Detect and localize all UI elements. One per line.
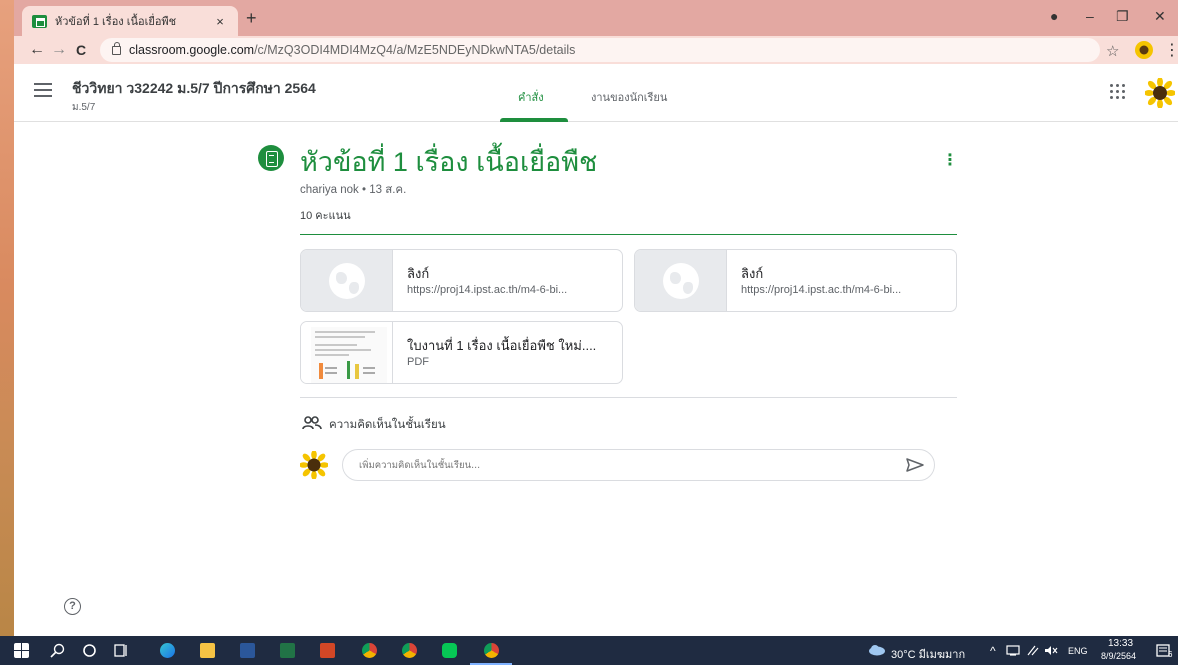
attachment-title: ใบงานที่ 1 เรื่อง เนื้อเยื่อพืช ใหม่.... — [407, 338, 597, 353]
google-apps-icon[interactable] — [1110, 84, 1126, 100]
weather-cloud-icon[interactable] — [868, 644, 886, 656]
tray-expand-icon[interactable]: ^ — [990, 644, 996, 658]
attachment-card-link-2[interactable]: ลิงก์ https://proj14.ipst.ac.th/m4-6-bi.… — [634, 249, 957, 312]
pen-icon[interactable] — [1026, 645, 1040, 656]
pdf-page-preview — [311, 327, 387, 383]
class-comments-label: ความคิดเห็นในชั้นเรียน — [329, 419, 446, 431]
attachment-thumbnail — [635, 250, 727, 311]
windows-start-icon[interactable] — [14, 643, 29, 658]
address-bar[interactable]: classroom.google.com/c/MzQ3ODI4MDI4MzQ4/… — [100, 38, 1100, 62]
tab-close-icon[interactable]: × — [212, 14, 228, 29]
browser-window: หัวข้อที่ 1 เรื่อง เนื้อเยื่อพืช × + ● –… — [14, 0, 1178, 636]
divider — [300, 397, 957, 398]
assignment-title: หัวข้อที่ 1 เรื่อง เนื้อเยื่อพืช — [300, 147, 598, 177]
bookmark-star-icon[interactable]: ☆ — [1106, 42, 1119, 60]
chrome-icon[interactable] — [362, 643, 377, 658]
media-control-icon[interactable]: ● — [1050, 8, 1058, 24]
attachment-card-pdf[interactable]: ใบงานที่ 1 เรื่อง เนื้อเยื่อพืช ใหม่....… — [300, 321, 623, 384]
back-button[interactable]: ← — [26, 41, 48, 59]
file-explorer-icon[interactable] — [200, 643, 215, 658]
help-icon[interactable]: ? — [64, 598, 81, 615]
new-tab-button[interactable]: + — [246, 8, 257, 29]
attachment-title: ลิงก์ — [741, 266, 764, 281]
assignment-points: 10 คะแนน — [300, 210, 351, 222]
attachment-url: https://proj14.ipst.ac.th/m4-6-bi... — [407, 284, 568, 296]
url-path: /c/MzQ3ODI4MDI4MzQ4/a/MzE5NDEyNDkwNTA5/d… — [254, 43, 576, 57]
user-avatar[interactable] — [1145, 78, 1175, 108]
word-icon[interactable] — [240, 643, 255, 658]
minimize-button[interactable]: – — [1086, 8, 1094, 24]
active-tab-indicator — [500, 118, 568, 122]
attachment-title: ลิงก์ — [407, 266, 430, 281]
browser-menu-icon[interactable]: ⋮ — [1164, 40, 1178, 60]
search-icon[interactable] — [50, 643, 65, 658]
tab-strip: หัวข้อที่ 1 เรื่อง เนื้อเยื่อพืช × + ● –… — [14, 0, 1178, 36]
pdf-diagram-icon — [319, 361, 375, 379]
edge-browser-icon[interactable] — [160, 643, 175, 658]
chrome-active-icon[interactable] — [484, 643, 499, 658]
class-title[interactable]: ชีววิทยา ว32242 ม.5/7 ปีการศึกษา 2564 — [72, 78, 316, 100]
input-language[interactable]: ENG — [1068, 646, 1088, 656]
class-comment-input[interactable] — [342, 449, 935, 481]
commenter-avatar — [300, 451, 328, 479]
tab-instructions[interactable]: คำสั่ง — [518, 88, 544, 106]
notification-count: 6 — [1168, 650, 1173, 659]
forward-button[interactable]: → — [48, 41, 70, 59]
hamburger-menu-icon[interactable] — [34, 83, 52, 101]
line-app-icon[interactable] — [442, 643, 457, 658]
assignment-more-icon[interactable]: ⋮ — [942, 150, 958, 170]
attachment-url: https://proj14.ipst.ac.th/m4-6-bi... — [741, 284, 902, 296]
classroom-favicon-icon — [32, 14, 47, 28]
globe-icon — [329, 263, 365, 299]
browser-tab[interactable]: หัวข้อที่ 1 เรื่อง เนื้อเยื่อพืช × — [22, 6, 238, 36]
classroom-header: ชีววิทยา ว32242 ม.5/7 ปีการศึกษา 2564 ม.… — [14, 64, 1178, 122]
pdf-thumbnail — [301, 322, 393, 383]
tab-title: หัวข้อที่ 1 เรื่อง เนื้อเยื่อพืช — [55, 16, 177, 28]
globe-icon — [663, 263, 699, 299]
volume-icon[interactable] — [1044, 645, 1058, 656]
attachment-card-link-1[interactable]: ลิงก์ https://proj14.ipst.ac.th/m4-6-bi.… — [300, 249, 623, 312]
desktop-wallpaper — [0, 0, 14, 636]
assignment-meta: chariya nok • 13 ส.ค. — [300, 184, 407, 196]
weather-text[interactable]: 30°C มีเมฆมาก — [891, 645, 965, 663]
divider — [300, 234, 957, 235]
people-icon — [302, 416, 322, 430]
attachment-filetype: PDF — [407, 356, 429, 368]
tab-student-work[interactable]: งานของนักเรียน — [591, 88, 667, 106]
clock-time[interactable]: 13:33 — [1108, 638, 1133, 649]
powerpoint-icon[interactable] — [320, 643, 335, 658]
attachment-thumbnail — [301, 250, 393, 311]
profile-avatar-icon[interactable] — [1134, 40, 1154, 60]
lock-icon — [112, 41, 121, 55]
url-domain: classroom.google.com — [129, 43, 255, 57]
reload-button[interactable]: C — [70, 42, 92, 58]
class-section: ม.5/7 — [72, 102, 96, 113]
clock-date[interactable]: 8/9/2564 — [1101, 651, 1136, 661]
browser-toolbar: ← → C classroom.google.com/c/MzQ3ODI4MDI… — [14, 36, 1178, 64]
chrome-profile-icon[interactable] — [402, 643, 417, 658]
send-icon[interactable] — [906, 458, 924, 472]
network-icon[interactable] — [1006, 645, 1020, 656]
restore-button[interactable]: ❐ — [1116, 8, 1129, 25]
close-window-button[interactable]: ✕ — [1154, 8, 1166, 25]
excel-icon[interactable] — [280, 643, 295, 658]
windows-taskbar: 30°C มีเมฆมาก ^ ENG 13:33 8/9/2564 6 — [0, 636, 1178, 665]
cortana-icon[interactable] — [82, 643, 97, 658]
assignment-icon — [258, 145, 284, 171]
task-view-icon[interactable] — [114, 643, 129, 658]
